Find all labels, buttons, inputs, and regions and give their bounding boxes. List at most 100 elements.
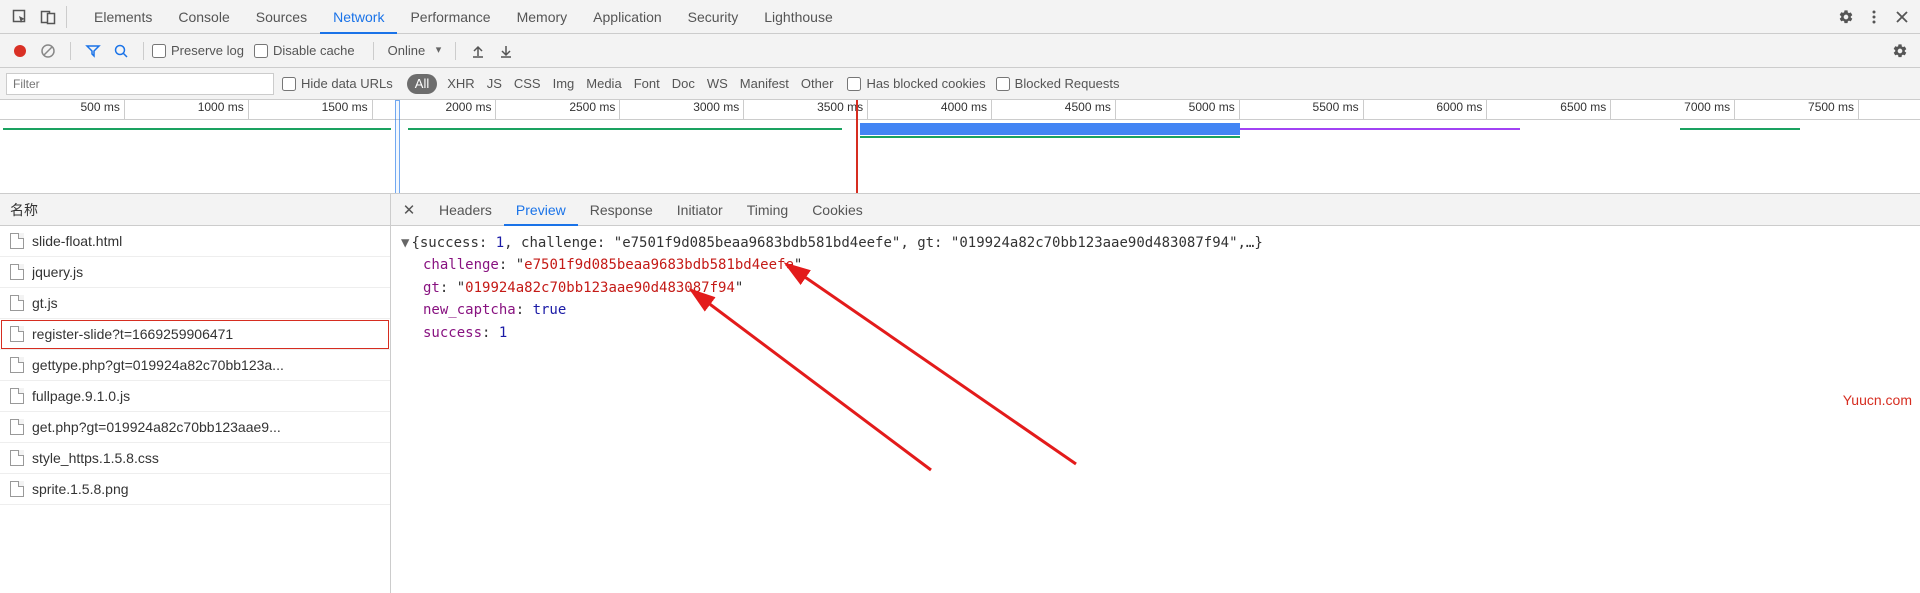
timeline-tick: 1000 ms xyxy=(198,100,248,114)
upload-har-icon[interactable] xyxy=(466,39,490,63)
request-row[interactable]: sprite.1.5.8.png xyxy=(0,474,390,505)
timeline-tick: 6000 ms xyxy=(1436,100,1486,114)
timeline-tick: 1500 ms xyxy=(322,100,372,114)
timeline-tick: 3500 ms xyxy=(817,100,867,114)
tab-console[interactable]: Console xyxy=(165,1,242,33)
filter-type-font[interactable]: Font xyxy=(634,76,660,91)
panel-tabs: Elements Console Sources Network Perform… xyxy=(81,1,846,33)
timeline-tick: 2000 ms xyxy=(445,100,495,114)
dtab-response[interactable]: Response xyxy=(578,195,665,225)
timeline-tick: 2500 ms xyxy=(569,100,619,114)
file-icon xyxy=(10,450,24,466)
dtab-preview[interactable]: Preview xyxy=(504,195,578,225)
tab-memory[interactable]: Memory xyxy=(504,1,581,33)
filter-type-ws[interactable]: WS xyxy=(707,76,728,91)
request-list: slide-float.html jquery.js gt.js register-s… xyxy=(0,226,390,593)
more-icon[interactable] xyxy=(1860,3,1888,31)
file-icon xyxy=(10,357,24,373)
request-name: register-slide?t=1669259906471 xyxy=(32,326,233,342)
filter-input[interactable] xyxy=(6,73,274,95)
filter-type-img[interactable]: Img xyxy=(553,76,575,91)
record-icon[interactable] xyxy=(8,39,32,63)
tab-security[interactable]: Security xyxy=(675,1,752,33)
file-icon xyxy=(10,295,24,311)
request-row[interactable]: fullpage.9.1.0.js xyxy=(0,381,390,412)
json-row-success[interactable]: success: 1 xyxy=(401,322,1910,344)
preserve-log-label: Preserve log xyxy=(171,43,244,58)
request-row[interactable]: slide-float.html xyxy=(0,226,390,257)
tab-sources[interactable]: Sources xyxy=(243,1,320,33)
file-icon xyxy=(10,481,24,497)
filter-type-xhr[interactable]: XHR xyxy=(447,76,474,91)
json-row-challenge[interactable]: challenge: "e7501f9d085beaa9683bdb581bd4… xyxy=(401,254,1910,276)
filter-all-pill[interactable]: All xyxy=(407,74,437,94)
blocked-requests-checkbox[interactable]: Blocked Requests xyxy=(996,76,1120,91)
timeline-tick: 3000 ms xyxy=(693,100,743,114)
json-row-new-captcha[interactable]: new_captcha: true xyxy=(401,299,1910,321)
timeline-overview[interactable]: 500 ms 1000 ms 1500 ms 2000 ms 2500 ms 3000 m… xyxy=(0,100,1920,194)
timeline-tick: 6500 ms xyxy=(1560,100,1610,114)
request-name: gt.js xyxy=(32,295,58,311)
tab-lighthouse[interactable]: Lighthouse xyxy=(751,1,846,33)
request-name: sprite.1.5.8.png xyxy=(32,481,129,497)
has-blocked-cookies-label: Has blocked cookies xyxy=(866,76,985,91)
tab-application[interactable]: Application xyxy=(580,1,675,33)
dtab-headers[interactable]: Headers xyxy=(427,195,504,225)
filter-type-doc[interactable]: Doc xyxy=(672,76,695,91)
filter-type-css[interactable]: CSS xyxy=(514,76,541,91)
tab-performance[interactable]: Performance xyxy=(397,1,503,33)
json-row-gt[interactable]: gt: "019924a82c70bb123aae90d483087f94" xyxy=(401,277,1910,299)
settings-icon[interactable] xyxy=(1832,3,1860,31)
file-icon xyxy=(10,233,24,249)
timeline-tick: 5500 ms xyxy=(1313,100,1363,114)
dtab-cookies[interactable]: Cookies xyxy=(800,195,875,225)
timeline-tick: 7500 ms xyxy=(1808,100,1858,114)
clear-icon[interactable] xyxy=(36,39,60,63)
blocked-requests-label: Blocked Requests xyxy=(1015,76,1120,91)
filter-type-other[interactable]: Other xyxy=(801,76,834,91)
close-details-icon[interactable]: ✕ xyxy=(397,201,421,219)
dtab-initiator[interactable]: Initiator xyxy=(665,195,735,225)
name-column-header[interactable]: 名称 xyxy=(0,194,390,226)
inspect-icon[interactable] xyxy=(6,3,34,31)
request-name: style_https.1.5.8.css xyxy=(32,450,159,466)
file-icon xyxy=(10,388,24,404)
preview-body: ▼{success: 1, challenge: "e7501f9d085bea… xyxy=(391,226,1920,593)
throttling-select[interactable]: Online xyxy=(382,41,448,60)
request-row[interactable]: register-slide?t=1669259906471 xyxy=(0,319,390,350)
timeline-tick: 500 ms xyxy=(81,100,124,114)
request-row[interactable]: gt.js xyxy=(0,288,390,319)
filter-toggle-icon[interactable] xyxy=(81,39,105,63)
request-name: slide-float.html xyxy=(32,233,122,249)
disable-cache-label: Disable cache xyxy=(273,43,355,58)
toolbar-settings-icon[interactable] xyxy=(1888,39,1912,63)
timeline-tick: 4000 ms xyxy=(941,100,991,114)
filter-type-manifest[interactable]: Manifest xyxy=(740,76,789,91)
timeline-tick: 4500 ms xyxy=(1065,100,1115,114)
device-toggle-icon[interactable] xyxy=(34,3,62,31)
request-name: get.php?gt=019924a82c70bb123aae9... xyxy=(32,419,281,435)
filter-type-media[interactable]: Media xyxy=(586,76,621,91)
download-har-icon[interactable] xyxy=(494,39,518,63)
request-row[interactable]: style_https.1.5.8.css xyxy=(0,443,390,474)
request-row[interactable]: get.php?gt=019924a82c70bb123aae9... xyxy=(0,412,390,443)
filter-type-js[interactable]: JS xyxy=(487,76,502,91)
request-row[interactable]: jquery.js xyxy=(0,257,390,288)
hide-data-urls-checkbox[interactable]: Hide data URLs xyxy=(282,76,393,91)
timeline-tick: 5000 ms xyxy=(1189,100,1239,114)
tab-elements[interactable]: Elements xyxy=(81,1,165,33)
dtab-timing[interactable]: Timing xyxy=(735,195,801,225)
has-blocked-cookies-checkbox[interactable]: Has blocked cookies xyxy=(847,76,985,91)
expand-triangle-icon[interactable]: ▼ xyxy=(401,235,409,251)
hide-data-urls-label: Hide data URLs xyxy=(301,76,393,91)
close-devtools-icon[interactable] xyxy=(1888,3,1916,31)
json-summary-row[interactable]: ▼{success: 1, challenge: "e7501f9d085bea… xyxy=(401,232,1910,254)
request-name: fullpage.9.1.0.js xyxy=(32,388,130,404)
request-row[interactable]: gettype.php?gt=019924a82c70bb123a... xyxy=(0,350,390,381)
request-name: jquery.js xyxy=(32,264,83,280)
tab-network[interactable]: Network xyxy=(320,1,397,33)
search-icon[interactable] xyxy=(109,39,133,63)
file-icon xyxy=(10,419,24,435)
preserve-log-checkbox[interactable]: Preserve log xyxy=(152,43,244,58)
disable-cache-checkbox[interactable]: Disable cache xyxy=(254,43,355,58)
